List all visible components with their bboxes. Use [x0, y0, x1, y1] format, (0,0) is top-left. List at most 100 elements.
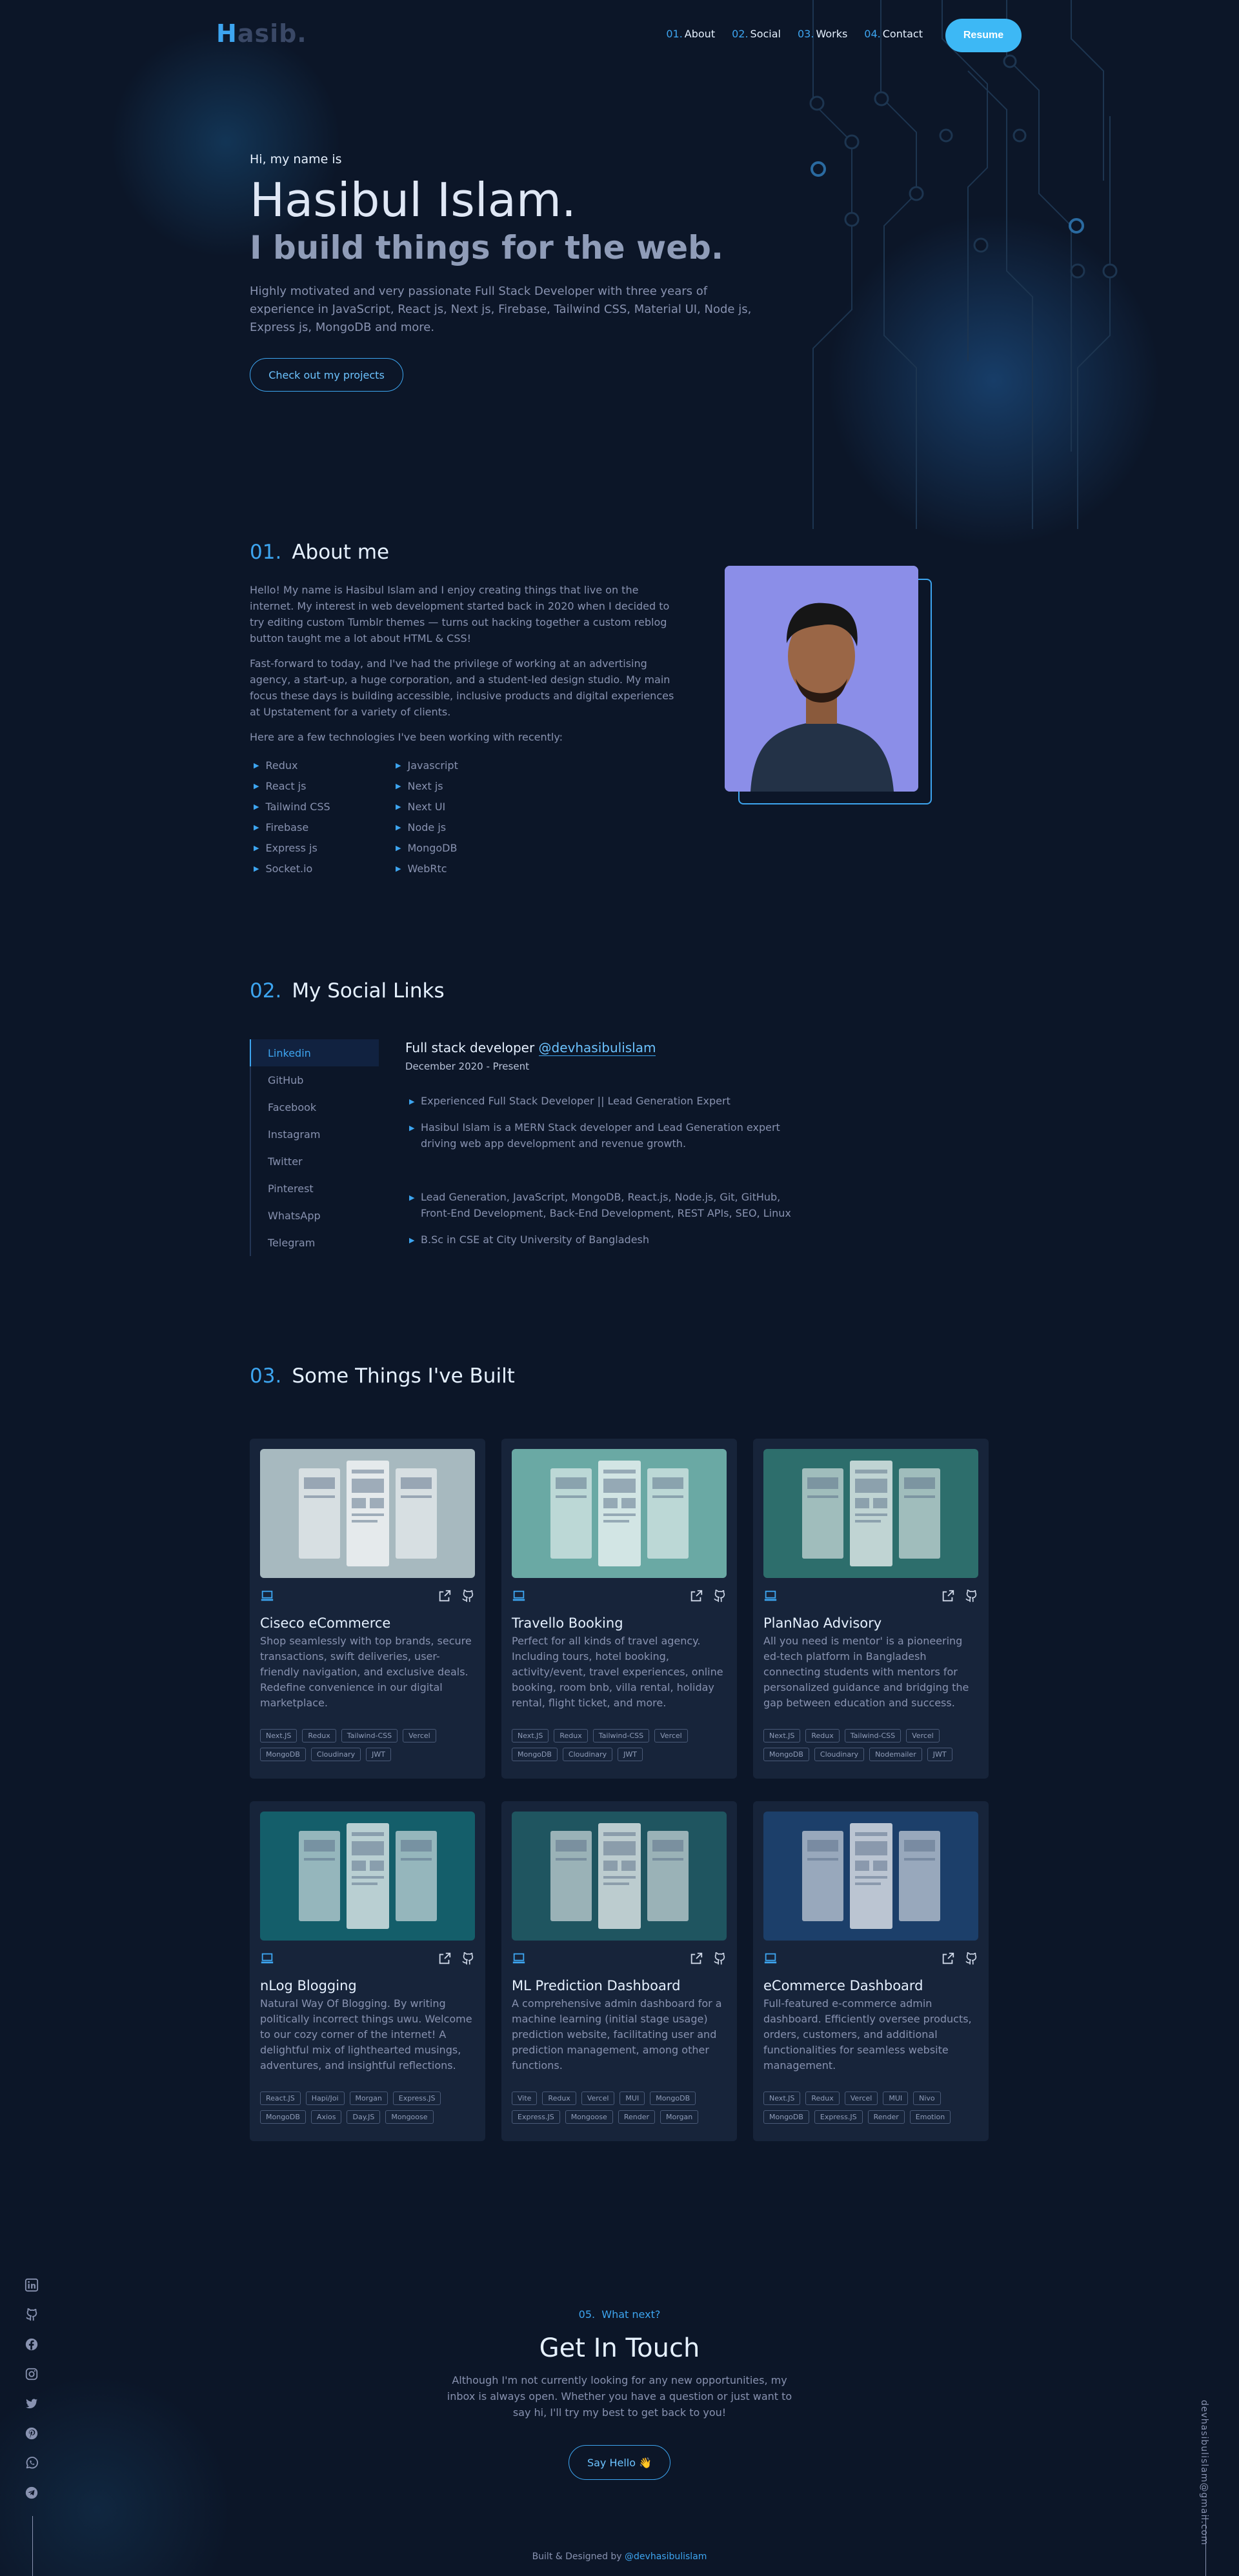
whatsapp-icon[interactable] [25, 2456, 39, 2470]
list-item: ▶ Lead Generation, JavaScript, MongoDB, R… [409, 1191, 791, 1219]
project-tags: Next.JS Redux Tailwind-CSS Vercel MongoDB Clo… [260, 1729, 475, 1761]
projects-cta-button[interactable]: Check out my projects [250, 358, 403, 392]
card-link-icons [438, 1589, 475, 1603]
nav-links: 01. About 02. Social 03. Works 04. Contact [666, 28, 923, 40]
external-link-icon[interactable] [941, 1589, 955, 1603]
project-title[interactable]: eCommerce Dashboard [763, 1978, 978, 1993]
tech-tag: Vercel [654, 1729, 688, 1742]
site-logo[interactable]: Hasib. [216, 19, 307, 48]
footer: Built & Designed by @devhasibulislam [532, 2551, 707, 2562]
external-link-icon[interactable] [438, 1952, 452, 1966]
laptop-icon [512, 1590, 525, 1601]
project-card: Ciseco eCommerce Shop seamlessly with to… [250, 1439, 485, 1779]
github-icon[interactable] [25, 2308, 39, 2322]
hero-section: Hi, my name is Hasibul Islam. I build th… [250, 148, 766, 392]
tech-tag: Express.JS [512, 2110, 560, 2124]
tech-tag: Mongoose [385, 2110, 434, 2124]
tech-tag: MongoDB [260, 2110, 306, 2124]
project-thumbnail[interactable] [763, 1812, 978, 1941]
say-hello-button[interactable]: Say Hello 👋 [569, 2445, 670, 2480]
project-thumbnail[interactable] [512, 1449, 727, 1578]
list-item: ▶ Hasibul Islam is a MERN Stack developer… [409, 1121, 780, 1150]
tab-pinterest[interactable]: Pinterest [250, 1175, 379, 1202]
project-title[interactable]: nLog Blogging [260, 1978, 475, 1993]
triangle-bullet-icon: ▶ [254, 823, 259, 832]
tab-github[interactable]: GitHub [250, 1066, 379, 1093]
technology-list: ▶ Redux ▶ React js ▶ Tailwind CSS ▶ Firebase… [250, 755, 521, 879]
project-thumbnail[interactable] [260, 1449, 475, 1578]
technology-item: ▶ Firebase [254, 821, 309, 834]
tech-tag: JWT [366, 1748, 391, 1761]
project-description: All you need is mentor' is a pioneering … [763, 1635, 969, 1709]
project-thumbnail[interactable] [260, 1812, 475, 1941]
external-link-icon[interactable] [689, 1589, 703, 1603]
card-link-icons [438, 1952, 475, 1966]
github-icon[interactable] [712, 1952, 727, 1966]
tab-linkedin[interactable]: Linkedin [250, 1039, 379, 1066]
tech-tag: Vercel [403, 1729, 436, 1742]
projects-heading: 03. Some Things I've Built [250, 1364, 515, 1388]
project-description: Full-featured e-commerce admin dashboard… [763, 1997, 972, 2072]
project-card: nLog Blogging Natural Way Of Blogging. B… [250, 1801, 485, 2141]
nav-link-social[interactable]: 02. Social [732, 28, 781, 40]
triangle-bullet-icon: ▶ [396, 823, 401, 832]
technology-item: ▶ Node js [396, 821, 447, 834]
external-link-icon[interactable] [438, 1589, 452, 1603]
job-bullets: ▶ Experienced Full Stack Developer || Lea… [405, 1093, 805, 1248]
nav-link-about[interactable]: 01. About [666, 28, 715, 40]
tech-tag: Redux [302, 1729, 336, 1742]
triangle-bullet-icon: ▶ [409, 1097, 415, 1106]
github-icon[interactable] [964, 1589, 978, 1603]
project-thumbnail[interactable] [512, 1812, 727, 1941]
social-heading: 02. My Social Links [250, 979, 445, 1003]
tech-tag: Next.JS [763, 2092, 801, 2105]
tab-whatsapp[interactable]: WhatsApp [250, 1202, 379, 1229]
github-icon[interactable] [461, 1952, 475, 1966]
twitter-icon[interactable] [25, 2397, 39, 2411]
github-icon[interactable] [461, 1589, 475, 1603]
tech-tag: Render [867, 2110, 905, 2124]
tech-tag: Vercel [581, 2092, 615, 2105]
card-link-icons [689, 1589, 727, 1603]
tech-tag: Vercel [906, 1729, 940, 1742]
card-icon-row [260, 1588, 475, 1604]
external-link-icon[interactable] [941, 1952, 955, 1966]
contact-title: Get In Touch [539, 2333, 700, 2363]
hero-name: Hasibul Islam. [250, 173, 576, 227]
linkedin-icon[interactable] [25, 2278, 39, 2292]
project-description: Shop seamlessly with top brands, secure … [260, 1635, 472, 1709]
facebook-icon[interactable] [25, 2337, 39, 2351]
tab-instagram[interactable]: Instagram [250, 1121, 379, 1148]
project-title[interactable]: Travello Booking [512, 1615, 727, 1631]
external-link-icon[interactable] [689, 1952, 703, 1966]
triangle-bullet-icon: ▶ [409, 1236, 415, 1244]
nav-link-works[interactable]: 03. Works [798, 28, 847, 40]
pinterest-icon[interactable] [25, 2426, 39, 2441]
about-text: Hello! My name is Hasibul Islam and I en… [250, 582, 676, 754]
tab-telegram[interactable]: Telegram [250, 1229, 379, 1256]
triangle-bullet-icon: ▶ [396, 781, 401, 790]
nav-link-contact[interactable]: 04. Contact [864, 28, 923, 40]
card-icon-row [512, 1588, 727, 1604]
technology-item: ▶ Tailwind CSS [254, 800, 330, 813]
project-title[interactable]: PlanNao Advisory [763, 1615, 978, 1631]
tech-tag: Nodemailer [869, 1748, 922, 1761]
project-thumbnail[interactable] [763, 1449, 978, 1578]
social-tabs: Linkedin GitHub Facebook Instagram Twitt… [250, 1039, 379, 1256]
tab-twitter[interactable]: Twitter [250, 1148, 379, 1175]
tab-facebook[interactable]: Facebook [250, 1093, 379, 1121]
contact-overline: 05. What next? [578, 2308, 661, 2321]
project-title[interactable]: Ciseco eCommerce [260, 1615, 475, 1631]
profile-handle-link[interactable]: @devhasibulislam [538, 1040, 656, 1056]
resume-button[interactable]: Resume [945, 19, 1022, 52]
github-icon[interactable] [964, 1952, 978, 1966]
instagram-icon[interactable] [25, 2367, 39, 2381]
email-link[interactable]: devhasibulislam@gmail.com [1199, 2400, 1209, 2546]
project-title[interactable]: ML Prediction Dashboard [512, 1978, 727, 1993]
technology-item: ▶ WebRtc [396, 862, 447, 875]
telegram-icon[interactable] [25, 2486, 39, 2500]
tech-tag: React.JS [260, 2092, 301, 2105]
github-icon[interactable] [712, 1589, 727, 1603]
footer-handle-link[interactable]: @devhasibulislam [625, 2551, 707, 2562]
hero-tagline: I build things for the web. [250, 229, 723, 266]
